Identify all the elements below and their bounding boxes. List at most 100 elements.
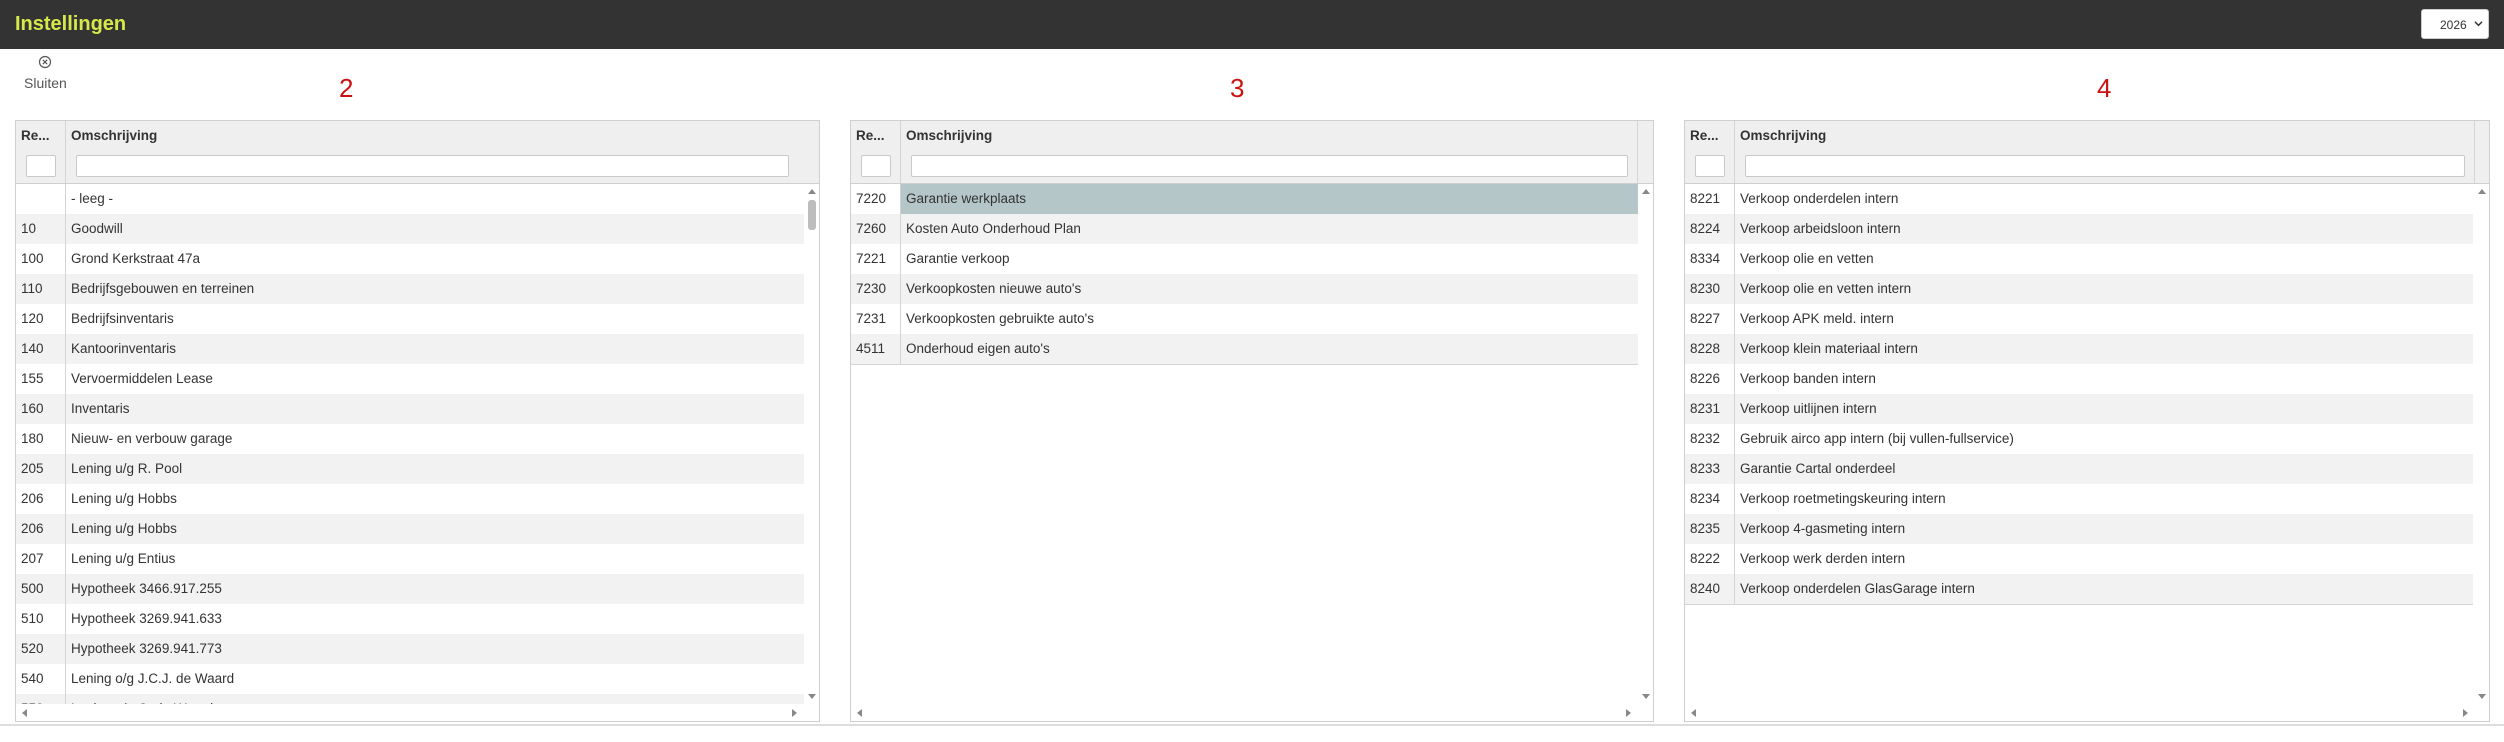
table-row[interactable]: 8226 Verkoop banden intern xyxy=(1685,364,2473,394)
cell-number: 8224 xyxy=(1685,214,1735,244)
grid-body: - leeg - 10 Goodwill 100 Grond Kerkstraat … xyxy=(16,184,804,704)
filter-input-description[interactable] xyxy=(1745,155,2465,177)
table-row[interactable]: 206 Lening u/g Hobbs xyxy=(16,484,804,514)
cell-description: Inventaris xyxy=(71,401,130,416)
scroll-down-arrow-icon[interactable] xyxy=(808,694,816,700)
table-row[interactable]: 8232 Gebruik airco app intern (bij vullen… xyxy=(1685,424,2473,454)
filter-input-description[interactable] xyxy=(911,155,1628,177)
table-row[interactable]: 180 Nieuw- en verbouw garage xyxy=(16,424,804,454)
cell-description: Verkoop 4-gasmeting intern xyxy=(1740,521,1906,536)
table-row[interactable]: 8228 Verkoop klein materiaal intern xyxy=(1685,334,2473,364)
table-row[interactable]: 8227 Verkoop APK meld. intern xyxy=(1685,304,2473,334)
cell-number: 7220 xyxy=(851,184,901,214)
cell-description: Garantie verkoop xyxy=(906,251,1010,266)
scroll-up-arrow-icon[interactable] xyxy=(1642,188,1650,194)
table-row[interactable]: 8234 Verkoop roetmetingskeuring intern xyxy=(1685,484,2473,514)
table-row[interactable]: 160 Inventaris xyxy=(16,394,804,424)
year-select[interactable]: 2026 xyxy=(2421,9,2489,39)
table-row[interactable]: 8235 Verkoop 4-gasmeting intern xyxy=(1685,514,2473,544)
table-row[interactable]: 8230 Verkoop olie en vetten intern xyxy=(1685,274,2473,304)
filter-input-number[interactable] xyxy=(861,155,891,177)
column-header-description-label: Omschrijving xyxy=(906,128,993,143)
table-row[interactable]: 520 Hypotheek 3269.941.773 xyxy=(16,634,804,664)
table-row[interactable]: 540 Lening o/g J.C.J. de Waard xyxy=(16,664,804,694)
table-row-selected[interactable]: 7220 Garantie werkplaats xyxy=(851,184,1638,214)
close-button[interactable]: Sluiten xyxy=(20,55,72,95)
table-row[interactable]: 155 Vervoermiddelen Lease xyxy=(16,364,804,394)
filter-input-number[interactable] xyxy=(26,155,56,177)
cell-number: 520 xyxy=(16,634,66,664)
cell-number: 8231 xyxy=(1685,394,1735,424)
scroll-right-arrow-icon[interactable] xyxy=(2463,709,2469,717)
table-row[interactable]: - leeg - xyxy=(16,184,804,214)
table-row[interactable]: 205 Lening u/g R. Pool xyxy=(16,454,804,484)
cell-description: Verkoopkosten gebruikte auto's xyxy=(906,311,1094,326)
column-header-description-label: Omschrijving xyxy=(71,128,158,143)
cell-number: 155 xyxy=(16,364,66,394)
table-row[interactable]: 500 Hypotheek 3466.917.255 xyxy=(16,574,804,604)
cell-description: Vervoermiddelen Lease xyxy=(71,371,213,386)
vertical-scrollbar[interactable] xyxy=(805,184,819,704)
grid-header: Re... Omschrijving xyxy=(1685,121,2489,184)
table-row[interactable]: 207 Lening u/g Entius xyxy=(16,544,804,574)
scroll-down-arrow-icon[interactable] xyxy=(2478,694,2486,700)
table-row[interactable]: 8222 Verkoop werk derden intern xyxy=(1685,544,2473,574)
scroll-right-arrow-icon[interactable] xyxy=(792,709,798,717)
cell-number: 7231 xyxy=(851,304,901,334)
scroll-left-arrow-icon[interactable] xyxy=(21,709,27,717)
cell-number: 7260 xyxy=(851,214,901,244)
scrollbar-thumb[interactable] xyxy=(808,200,816,230)
scroll-left-arrow-icon[interactable] xyxy=(1690,709,1696,717)
cell-description: Verkoopkosten nieuwe auto's xyxy=(906,281,1082,296)
table-row[interactable]: 8233 Garantie Cartal onderdeel xyxy=(1685,454,2473,484)
horizontal-scrollbar[interactable] xyxy=(851,704,1653,721)
scroll-right-arrow-icon[interactable] xyxy=(1626,709,1632,717)
table-row[interactable]: 206 Lening u/g Hobbs xyxy=(16,514,804,544)
column-header-number-label: Re... xyxy=(1690,128,1719,143)
table-row[interactable]: 7221 Garantie verkoop xyxy=(851,244,1638,274)
table-row[interactable]: 140 Kantoorinventaris xyxy=(16,334,804,364)
grid-header: Re... Omschrijving xyxy=(16,121,819,184)
cell-number: 207 xyxy=(16,544,66,574)
table-row[interactable]: 510 Hypotheek 3269.941.633 xyxy=(16,604,804,634)
column-header-description[interactable]: Omschrijving xyxy=(66,121,819,183)
column-header-number[interactable]: Re... xyxy=(851,121,901,183)
column-header-description[interactable]: Omschrijving xyxy=(901,121,1638,183)
cell-description: Gebruik airco app intern (bij vullen-ful… xyxy=(1740,431,2014,446)
filter-input-number[interactable] xyxy=(1695,155,1725,177)
table-row[interactable]: 7230 Verkoopkosten nieuwe auto's xyxy=(851,274,1638,304)
grid-panel-4: Re... Omschrijving 8221 Verkoop onderdele… xyxy=(1684,120,2490,722)
table-row[interactable]: 4511 Onderhoud eigen auto's xyxy=(851,334,1638,365)
page-title: Instellingen xyxy=(15,13,127,35)
column-header-number-label: Re... xyxy=(856,128,885,143)
table-row[interactable]: 120 Bedrijfsinventaris xyxy=(16,304,804,334)
panel-number-4: 4 xyxy=(2097,73,2112,103)
filter-input-description[interactable] xyxy=(76,155,789,177)
scroll-left-arrow-icon[interactable] xyxy=(856,709,862,717)
horizontal-scrollbar[interactable] xyxy=(1685,704,2489,721)
column-header-description[interactable]: Omschrijving xyxy=(1735,121,2475,183)
scroll-up-arrow-icon[interactable] xyxy=(808,188,816,194)
table-row[interactable]: 110 Bedrijfsgebouwen en terreinen xyxy=(16,274,804,304)
table-row[interactable]: 7231 Verkoopkosten gebruikte auto's xyxy=(851,304,1638,334)
table-row[interactable]: 8334 Verkoop olie en vetten xyxy=(1685,244,2473,274)
table-row[interactable]: 10 Goodwill xyxy=(16,214,804,244)
table-row[interactable]: 550Lening o/g C. de Waard xyxy=(16,694,804,704)
scroll-down-arrow-icon[interactable] xyxy=(1642,694,1650,700)
table-row[interactable]: 8224 Verkoop arbeidsloon intern xyxy=(1685,214,2473,244)
vertical-scrollbar[interactable] xyxy=(2475,184,2489,704)
cell-description: Verkoop uitlijnen intern xyxy=(1740,401,1877,416)
column-header-number[interactable]: Re... xyxy=(16,121,66,183)
table-row[interactable]: 8231 Verkoop uitlijnen intern xyxy=(1685,394,2473,424)
table-row[interactable]: 100 Grond Kerkstraat 47a xyxy=(16,244,804,274)
table-row[interactable]: 8221 Verkoop onderdelen intern xyxy=(1685,184,2473,214)
scroll-up-arrow-icon[interactable] xyxy=(2478,188,2486,194)
cell-number: 550 xyxy=(16,694,66,704)
cell-description: Onderhoud eigen auto's xyxy=(906,341,1050,356)
cell-description: Kantoorinventaris xyxy=(71,341,177,356)
column-header-number[interactable]: Re... xyxy=(1685,121,1735,183)
horizontal-scrollbar[interactable] xyxy=(16,704,819,721)
vertical-scrollbar[interactable] xyxy=(1639,184,1653,704)
table-row[interactable]: 8240 Verkoop onderdelen GlasGarage intern xyxy=(1685,574,2473,605)
table-row[interactable]: 7260 Kosten Auto Onderhoud Plan xyxy=(851,214,1638,244)
